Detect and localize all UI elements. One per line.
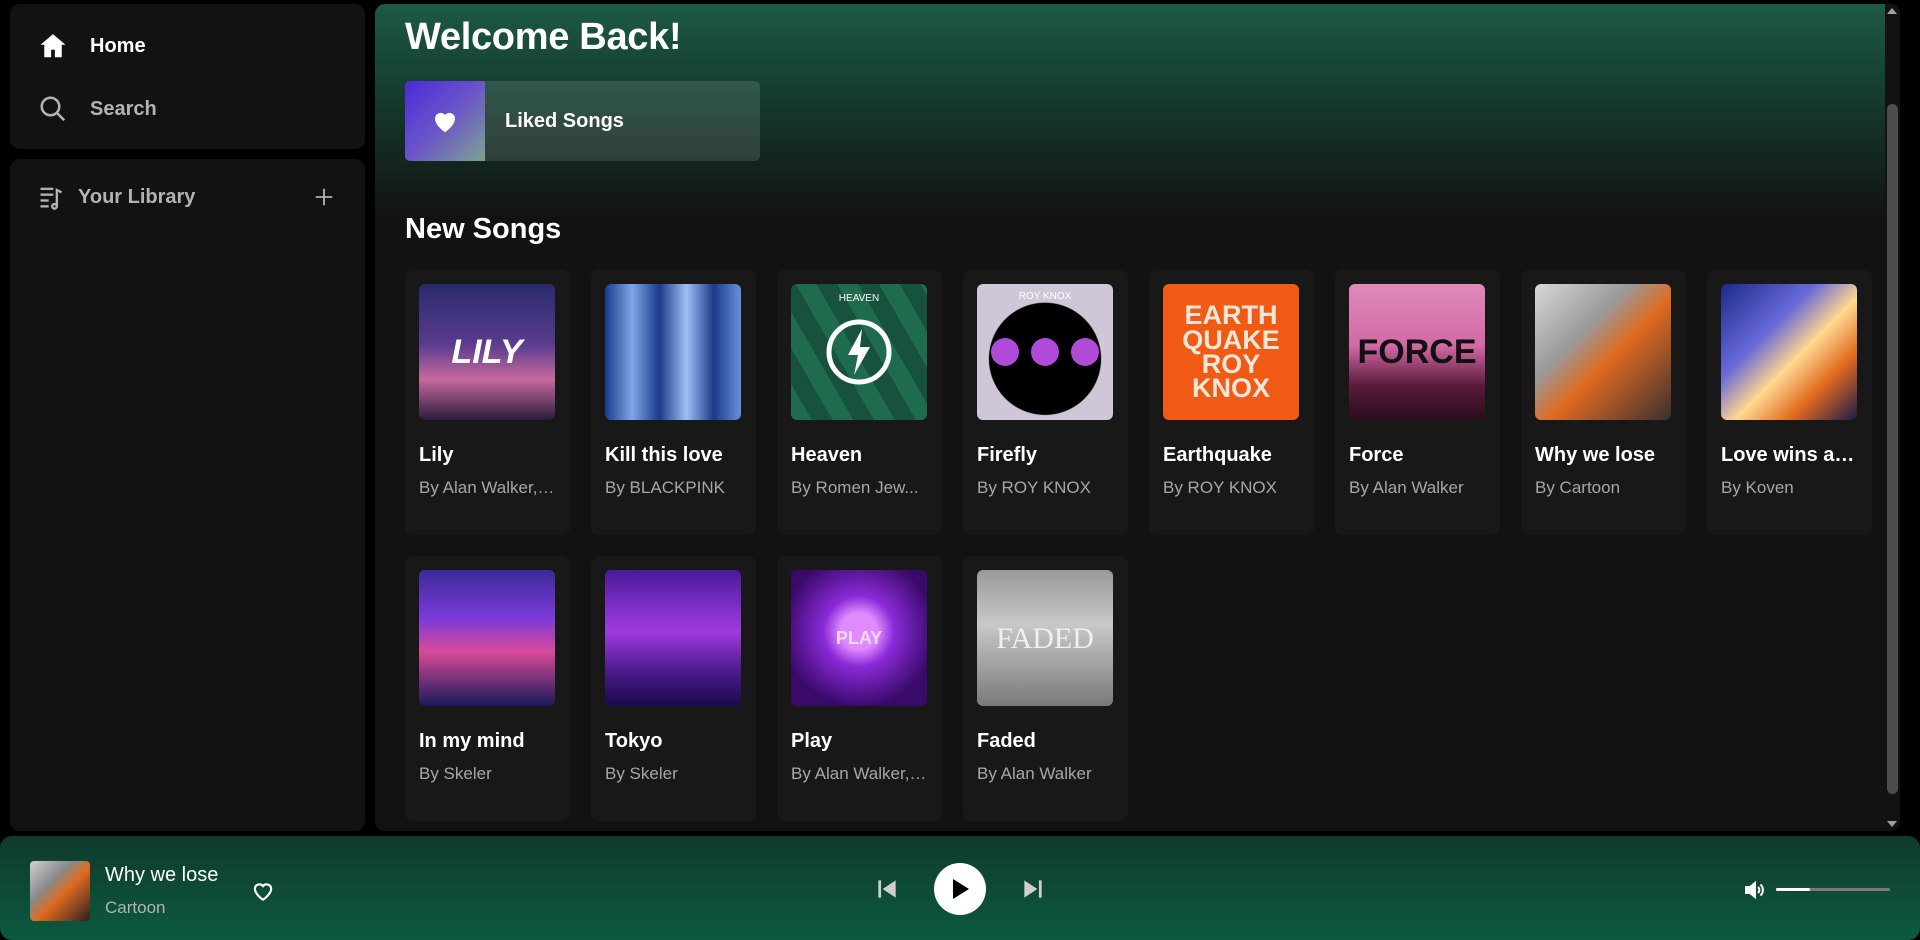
page-title: Welcome Back!: [405, 16, 682, 58]
song-card[interactable]: LILY Lily By Alan Walker, ...: [405, 270, 570, 535]
heart-icon[interactable]: [248, 876, 278, 906]
main-scrollbar[interactable]: [1885, 4, 1900, 831]
liked-songs-art: [405, 81, 485, 161]
song-title: Tokyo: [605, 730, 663, 752]
skip-forward-icon[interactable]: [1016, 872, 1050, 906]
song-card[interactable]: In my mind By Skeler: [405, 556, 570, 821]
song-title: Why we lose: [1535, 444, 1656, 466]
library-header: Your Library: [10, 159, 365, 235]
volume-fill: [1776, 888, 1811, 891]
song-artist: By ROY KNOX: [1163, 478, 1277, 497]
song-artist: By Alan Walker, ...: [791, 764, 928, 783]
song-cover: PLAY: [791, 570, 927, 706]
song-cover: FADED: [977, 570, 1113, 706]
lightning-logo: [826, 319, 892, 385]
library-label[interactable]: Your Library: [78, 186, 309, 209]
song-cover: ROY KNOX: [977, 284, 1113, 420]
song-artist: By Alan Walker, ...: [419, 478, 556, 497]
song-cover: LILY: [419, 284, 555, 420]
song-artist: By Alan Walker: [1349, 478, 1464, 497]
nav-label-search: Search: [90, 97, 157, 120]
firefly-orbs: [991, 338, 1099, 366]
nav-panel: Home Search: [10, 4, 365, 149]
cover-text: FADED: [996, 621, 1094, 655]
nav-item-search[interactable]: Search: [10, 89, 365, 129]
song-artist: By Skeler: [605, 764, 678, 783]
song-cover: FORCE: [1349, 284, 1485, 420]
song-title: Force: [1349, 444, 1404, 466]
song-card[interactable]: HEAVEN Heaven By Romen Jew...: [777, 270, 942, 535]
now-playing-title: Why we lose: [105, 864, 219, 886]
song-cover: [605, 284, 741, 420]
song-title: Lily: [419, 444, 454, 466]
song-cover: [419, 570, 555, 706]
song-card[interactable]: FADED Faded By Alan Walker: [963, 556, 1128, 821]
library-panel: Your Library: [10, 159, 365, 831]
song-cover: EARTH QUAKE ROY KNOX: [1163, 284, 1299, 420]
song-card[interactable]: PLAY Play By Alan Walker, ...: [777, 556, 942, 821]
player-bar: Why we lose Cartoon: [0, 836, 1920, 940]
song-card[interactable]: ROY KNOX Firefly By ROY KNOX: [963, 270, 1128, 535]
song-artist: By Cartoon: [1535, 478, 1621, 497]
now-playing-artist: Cartoon: [105, 898, 166, 917]
nav-label-home: Home: [90, 34, 146, 57]
song-title: Firefly: [977, 444, 1038, 466]
song-card[interactable]: Kill this love By BLACKPINK: [591, 270, 756, 535]
scroll-thumb[interactable]: [1887, 104, 1898, 794]
plus-icon[interactable]: [309, 182, 339, 212]
song-artist: By Romen Jew...: [791, 478, 919, 497]
song-artist: By BLACKPINK: [605, 478, 725, 497]
home-icon: [36, 29, 70, 63]
now-playing-cover: [30, 861, 90, 921]
play-button[interactable]: [934, 863, 986, 915]
section-title-new-songs: New Songs: [405, 213, 562, 245]
cover-text: PLAY: [835, 627, 883, 648]
cover-text: HEAVEN: [838, 293, 880, 304]
song-artist: By ROY KNOX: [977, 478, 1091, 497]
song-cover: [1535, 284, 1671, 420]
liked-songs-label: Liked Songs: [505, 109, 624, 132]
cover-text: ROY KNOX: [1018, 291, 1072, 302]
song-cover: HEAVEN: [791, 284, 927, 420]
scroll-down-icon[interactable]: [1887, 821, 1897, 827]
liked-songs-card[interactable]: Liked Songs: [405, 81, 760, 161]
song-title: Earthquake: [1163, 444, 1272, 466]
library-icon[interactable]: [36, 182, 66, 212]
song-artist: By Skeler: [419, 764, 492, 783]
heart-icon: [435, 112, 455, 133]
cover-text: FORCE: [1357, 332, 1477, 371]
cover-text: LILY: [451, 332, 523, 371]
song-title: In my mind: [419, 730, 525, 752]
song-artist: By Koven: [1721, 478, 1794, 497]
song-title: Heaven: [791, 444, 863, 466]
song-title: Kill this love: [605, 444, 723, 466]
volume-icon[interactable]: [1740, 876, 1768, 904]
main-panel: Welcome Back! Liked Songs New Songs LILY…: [375, 4, 1900, 831]
scroll-up-icon[interactable]: [1887, 8, 1897, 14]
play-icon: [953, 879, 969, 899]
song-card[interactable]: FORCE Force By Alan Walker: [1335, 270, 1500, 535]
cover-text: EARTH QUAKE ROY KNOX: [1182, 300, 1280, 404]
song-cover: [1721, 284, 1857, 420]
song-grid: LILY Lily By Alan Walker, ... Kill this …: [405, 270, 1872, 821]
song-card[interactable]: EARTH QUAKE ROY KNOX Earthquake By ROY K…: [1149, 270, 1314, 535]
song-card[interactable]: Love wins ag... By Koven: [1707, 270, 1872, 535]
search-icon: [36, 92, 70, 126]
skip-back-icon[interactable]: [870, 872, 904, 906]
song-card[interactable]: Tokyo By Skeler: [591, 556, 756, 821]
song-title: Love wins ag...: [1721, 444, 1858, 466]
song-artist: By Alan Walker: [977, 764, 1092, 783]
nav-item-home[interactable]: Home: [10, 26, 365, 66]
song-title: Play: [791, 730, 833, 752]
song-title: Faded: [977, 730, 1036, 752]
song-card[interactable]: Why we lose By Cartoon: [1521, 270, 1686, 535]
volume-slider[interactable]: [1776, 888, 1890, 891]
song-cover: [605, 570, 741, 706]
